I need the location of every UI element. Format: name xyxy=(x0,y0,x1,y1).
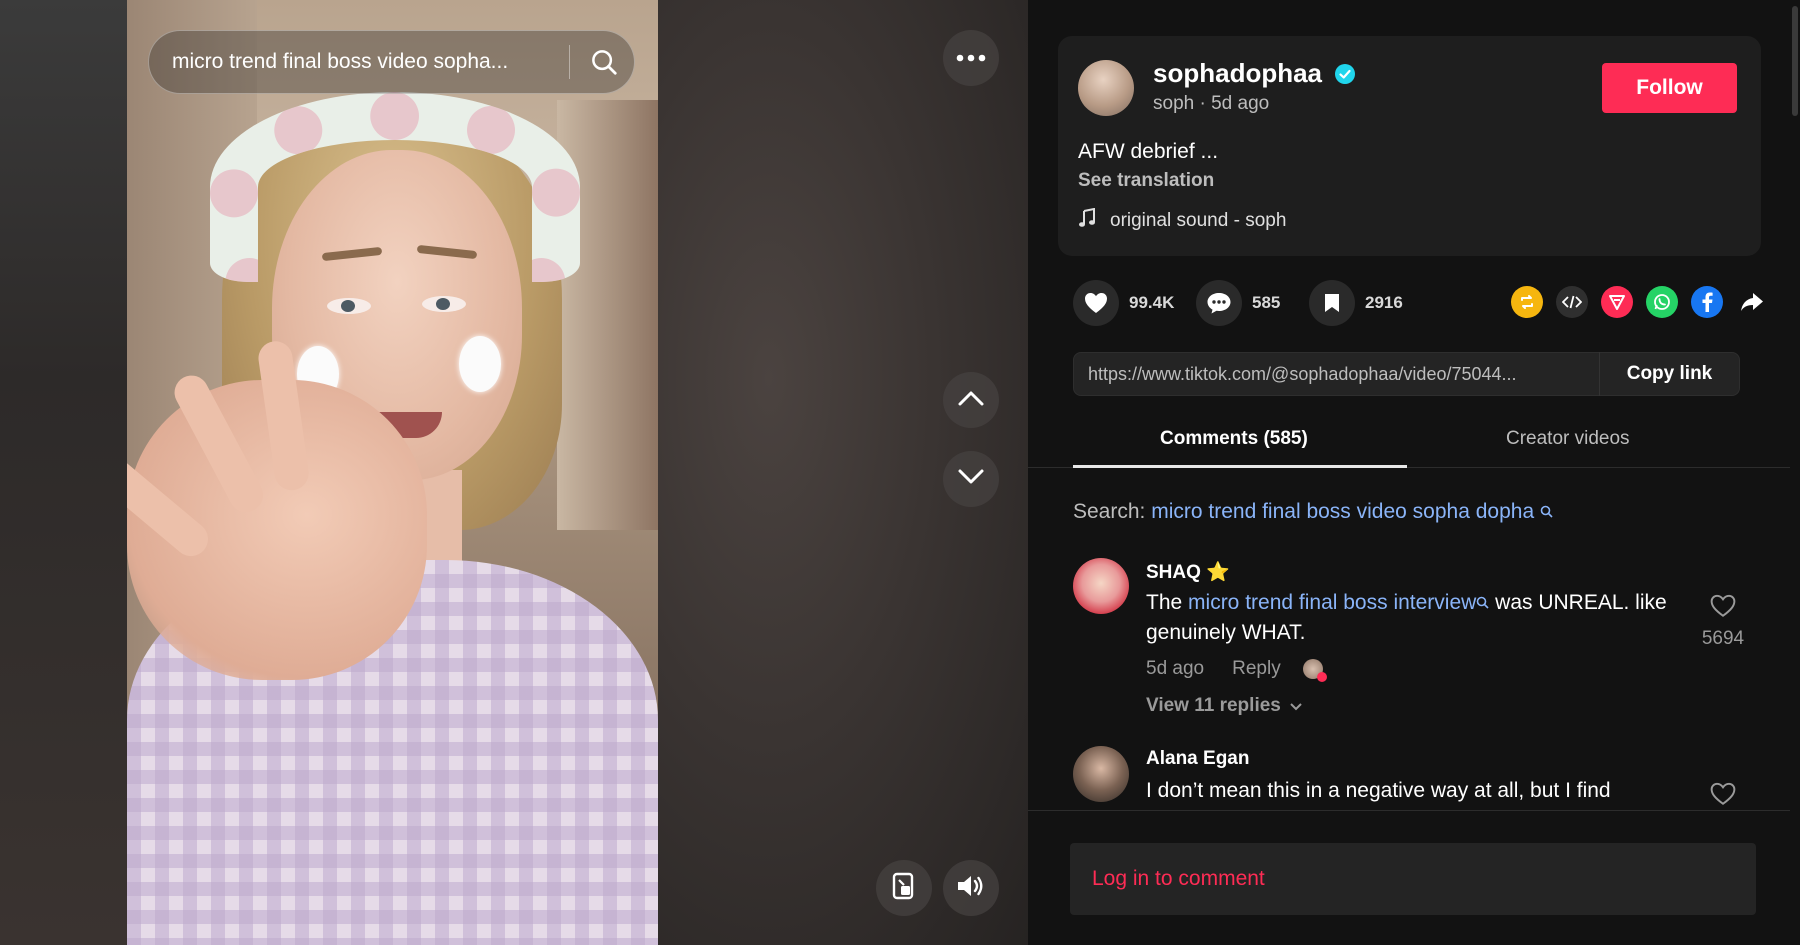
like-count: 99.4K xyxy=(1129,293,1175,312)
music-note-icon xyxy=(1078,207,1096,234)
search-suggestion: Search: micro trend final boss video sop… xyxy=(1073,500,1553,524)
video-details-panel: sophadophaa soph · 5d ago Follow AFW deb… xyxy=(1028,0,1800,945)
bookmark-icon[interactable] xyxy=(1309,280,1355,326)
send-icon[interactable] xyxy=(1601,286,1633,318)
panel-scrollbar[interactable] xyxy=(1790,0,1800,945)
commenter-name-text[interactable]: SHAQ xyxy=(1146,562,1201,583)
search-icon[interactable] xyxy=(574,32,634,92)
chevron-up-icon xyxy=(957,389,985,412)
repost-icon[interactable] xyxy=(1511,286,1543,318)
login-to-comment-button[interactable]: Log in to comment xyxy=(1070,843,1756,915)
author-subline: soph · 5d ago xyxy=(1153,93,1270,114)
share-arrow-icon[interactable] xyxy=(1736,286,1768,318)
search-suggestion-link[interactable]: micro trend final boss video sopha dopha xyxy=(1151,500,1534,523)
video-frame[interactable] xyxy=(127,0,658,945)
post-caption: AFW debrief ... xyxy=(1078,140,1219,163)
actions-row: 99.4K 585 2916 xyxy=(1073,280,1773,326)
comment-item: Alana Egan I don’t mean this in a negati… xyxy=(1073,746,1753,810)
more-options-button[interactable] xyxy=(943,30,999,86)
comment-like[interactable]: 5694 xyxy=(1693,594,1753,650)
scrollbar-thumb[interactable] xyxy=(1792,6,1798,116)
comment-input-divider xyxy=(1028,810,1790,811)
music-title[interactable]: original sound - soph xyxy=(1110,210,1286,232)
embed-icon[interactable] xyxy=(1556,286,1588,318)
heart-badge-icon xyxy=(1316,672,1327,682)
heart-outline-icon[interactable] xyxy=(1710,782,1736,810)
next-video-button[interactable] xyxy=(943,451,999,507)
comment-like[interactable] xyxy=(1693,782,1753,810)
picture-in-picture-icon xyxy=(891,872,917,905)
search-suggestion-prefix: Search: xyxy=(1073,500,1152,523)
video-background-blur-left xyxy=(0,0,127,945)
heart-icon[interactable] xyxy=(1073,280,1119,326)
search-input[interactable]: micro trend final boss video sopha... xyxy=(149,50,565,74)
panel-tabs: Comments (585) Creator videos xyxy=(1028,420,1790,468)
share-link-row: https://www.tiktok.com/@sophadophaa/vide… xyxy=(1073,352,1740,396)
author-avatar[interactable] xyxy=(1078,60,1134,116)
comment-like-count: 5694 xyxy=(1701,628,1745,649)
commenter-avatar[interactable] xyxy=(1073,558,1129,614)
tab-creator-videos[interactable]: Creator videos xyxy=(1506,428,1630,450)
comment-text: The micro trend final boss interview was… xyxy=(1146,588,1686,648)
video-player-area: micro trend final boss video sopha... xyxy=(0,0,1028,945)
facebook-icon[interactable] xyxy=(1691,286,1723,318)
tab-comments[interactable]: Comments (585) xyxy=(1160,428,1308,450)
author-username-text[interactable]: sophadophaa xyxy=(1153,58,1322,88)
commenter-avatar[interactable] xyxy=(1073,746,1129,802)
search-small-icon xyxy=(1540,500,1553,524)
video-person-cream-right xyxy=(459,336,501,392)
video-search-bar[interactable]: micro trend final boss video sopha... xyxy=(148,30,635,94)
search-small-icon xyxy=(1476,588,1489,618)
ellipsis-icon xyxy=(956,49,986,67)
previous-video-button[interactable] xyxy=(943,372,999,428)
comment-item: SHAQ ⭐ The micro trend final boss interv… xyxy=(1073,558,1753,718)
share-link-url[interactable]: https://www.tiktok.com/@sophadophaa/vide… xyxy=(1074,364,1599,385)
commenter-name[interactable]: Alana Egan xyxy=(1146,748,1249,770)
video-person-eye-right xyxy=(422,296,466,312)
view-replies-label[interactable]: View 11 replies xyxy=(1146,695,1281,717)
chevron-down-icon xyxy=(957,468,985,491)
comment-search-link[interactable]: micro trend final boss interview xyxy=(1188,591,1476,614)
copy-link-button[interactable]: Copy link xyxy=(1599,352,1739,396)
video-person-eye-left xyxy=(327,298,371,314)
comment-time: 5d ago xyxy=(1146,658,1205,679)
video-person-headband-pattern xyxy=(210,92,580,282)
comment-action[interactable]: 585 xyxy=(1196,280,1280,326)
like-action[interactable]: 99.4K xyxy=(1073,280,1174,326)
save-action[interactable]: 2916 xyxy=(1309,280,1403,326)
comment-meta: 5d ago Reply xyxy=(1146,658,1327,682)
save-count: 2916 xyxy=(1365,293,1403,312)
search-divider xyxy=(569,45,570,79)
view-replies-button[interactable]: View 11 replies xyxy=(1146,695,1303,717)
volume-icon xyxy=(956,873,986,904)
comment-text: I don’t mean this in a negative way at a… xyxy=(1146,779,1611,802)
active-tab-indicator xyxy=(1073,465,1407,468)
comment-icon[interactable] xyxy=(1196,280,1242,326)
chevron-down-icon xyxy=(1289,695,1303,717)
author-username[interactable]: sophadophaa xyxy=(1153,58,1356,91)
heart-outline-icon[interactable] xyxy=(1710,594,1736,624)
follow-button[interactable]: Follow xyxy=(1602,63,1737,113)
tiktok-video-page: micro trend final boss video sopha... so… xyxy=(0,0,1800,945)
star-badge-icon: ⭐ xyxy=(1206,562,1230,583)
verified-badge-icon xyxy=(1335,60,1356,91)
comment-text-part: The xyxy=(1146,591,1189,614)
music-link[interactable]: original sound - soph xyxy=(1078,207,1286,234)
comment-count: 585 xyxy=(1252,293,1281,312)
whatsapp-icon[interactable] xyxy=(1646,286,1678,318)
reply-button[interactable]: Reply xyxy=(1232,658,1281,680)
creator-liked-avatar xyxy=(1302,659,1327,682)
volume-button[interactable] xyxy=(943,860,999,916)
see-translation-link[interactable]: See translation xyxy=(1078,170,1214,192)
commenter-name[interactable]: SHAQ ⭐ xyxy=(1146,560,1230,584)
picture-in-picture-button[interactable] xyxy=(876,860,932,916)
